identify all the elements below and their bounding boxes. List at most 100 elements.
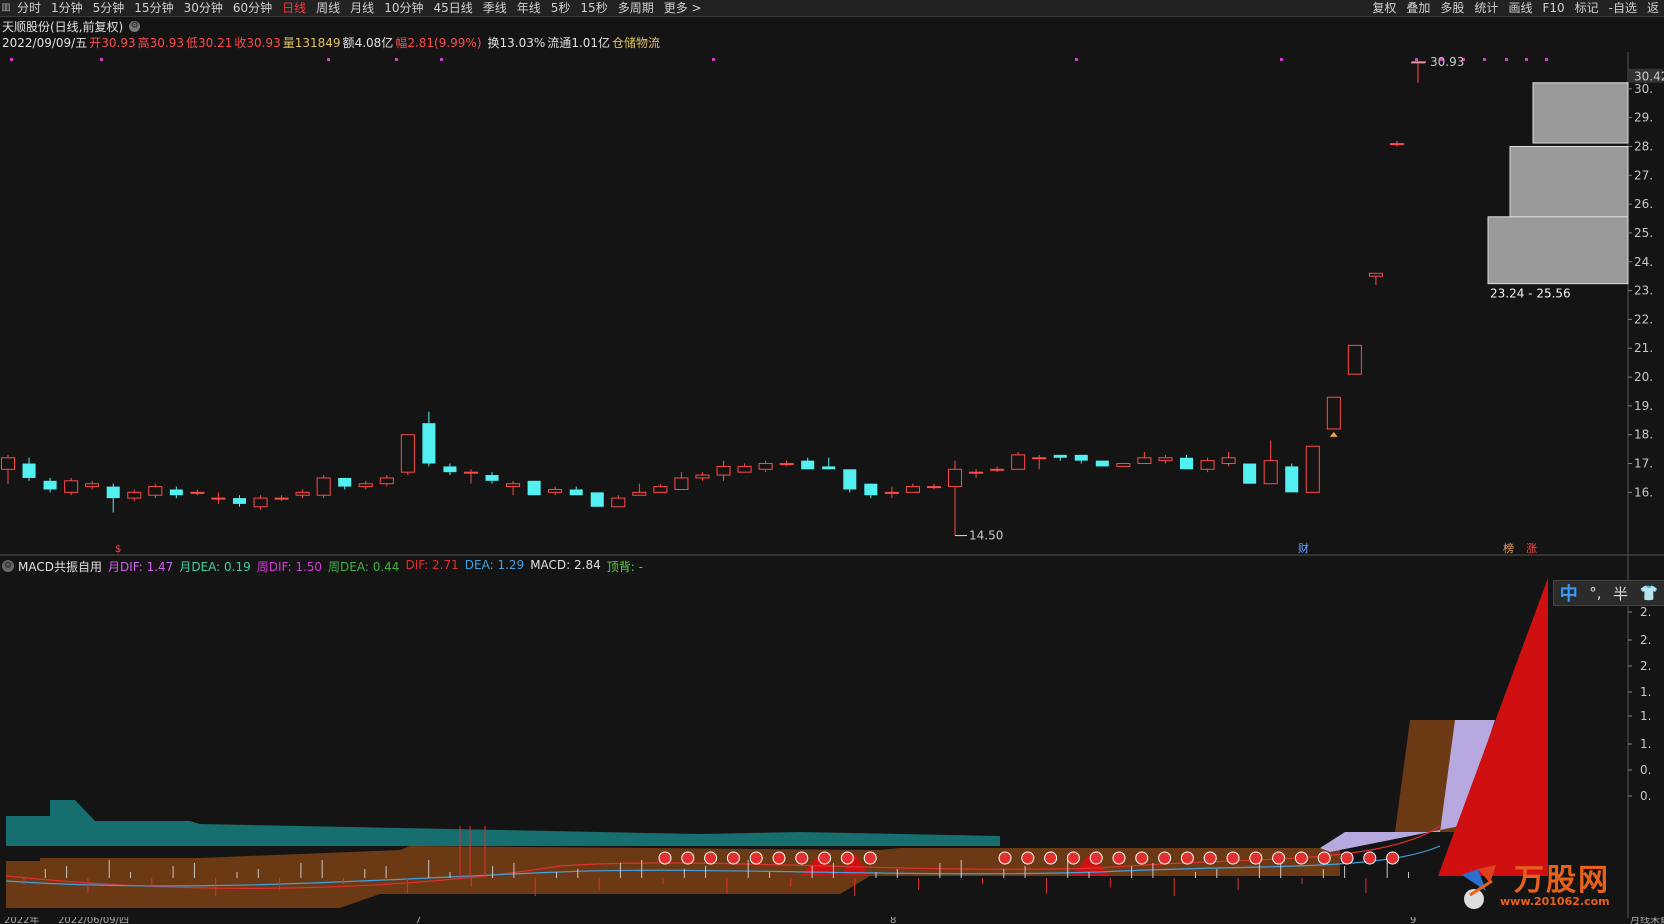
sector-label[interactable]: 仓储物流: [612, 34, 660, 51]
candle-body-11: [232, 498, 247, 504]
candle-body-29: [611, 497, 626, 508]
open-label: 开: [89, 36, 102, 50]
candle-body-59: [1243, 463, 1257, 484]
signal-coin-16: [1135, 851, 1149, 865]
period-tab-12[interactable]: 年线: [512, 0, 546, 16]
candle-26: [548, 486, 563, 496]
period-tab-8[interactable]: 月线: [345, 0, 379, 16]
candle-17: [358, 480, 373, 490]
candle-body-43: [905, 486, 920, 493]
settings-icon[interactable]: ⚙: [129, 21, 141, 32]
period-tab-3[interactable]: 15分钟: [129, 0, 178, 16]
candle-56: [1179, 454, 1194, 470]
candle-body-3: [64, 480, 79, 493]
period-tab-14[interactable]: 15秒: [575, 0, 612, 16]
ind-axis-label-6: 0.: [1640, 763, 1651, 777]
period-tab-16[interactable]: 更多 >: [659, 0, 707, 16]
change-value: 2.81(9.99%): [407, 35, 482, 50]
signal-dot-8: [1415, 58, 1418, 61]
period-tab-13[interactable]: 5秒: [546, 0, 576, 16]
amount-value: 4.08亿: [354, 36, 394, 50]
candle-52: [1095, 460, 1109, 467]
price-axis-label-13: 18.: [1634, 428, 1653, 442]
period-tab-2[interactable]: 5分钟: [88, 0, 130, 16]
candle-62: [1305, 445, 1320, 493]
watermark-url: www.201062.com: [1500, 895, 1610, 908]
candle-65: [1368, 272, 1383, 285]
candle-28: [590, 492, 604, 507]
toolbar-action-8[interactable]: 返: [1642, 0, 1664, 16]
candle-body-25: [527, 480, 541, 496]
candle-body-23: [485, 475, 499, 481]
candle-body-37: [779, 463, 794, 466]
period-tab-5[interactable]: 60分钟: [228, 0, 277, 16]
signal-coin-15: [1112, 851, 1126, 865]
candle-body-47: [990, 468, 1005, 471]
volume-value: 131849: [294, 35, 341, 50]
signal-coin-9: [863, 851, 877, 865]
candle-1: [22, 457, 36, 481]
ime-mode[interactable]: 中: [1560, 580, 1578, 606]
change-label: 幅: [395, 36, 408, 50]
candle-60: [1263, 440, 1278, 485]
watermark: 万股网 www.201062.com: [1452, 855, 1637, 915]
candle-body-55: [1158, 457, 1173, 462]
candle-body-66: [1389, 143, 1404, 146]
candle-body-8: [169, 489, 183, 496]
menu-icon[interactable]: ▥: [0, 0, 12, 16]
candle-body-27: [569, 489, 583, 496]
ohlc-info: 2022/09/09/五 开 30.93 高 30.93 低 30.21 收 30.93…: [2, 34, 662, 51]
period-tab-1[interactable]: 1分钟: [46, 0, 88, 16]
price-chart[interactable]: 28.12 - 30.2125.56 - 28.0023.24 - 25.563…: [0, 52, 1664, 556]
candle-37: [779, 460, 794, 467]
candle-body-6: [127, 491, 142, 499]
candle-body-42: [884, 491, 899, 494]
candle-body-15: [316, 477, 331, 496]
toolbar-action-5[interactable]: F10: [1537, 0, 1569, 16]
toolbar-action-7[interactable]: -自选: [1604, 0, 1642, 16]
period-tab-0[interactable]: 分时: [12, 0, 46, 16]
event-tag-early: $: [115, 544, 121, 555]
price-axis-label-1: 30.: [1634, 82, 1653, 96]
event-tag-1: 榜: [1503, 541, 1514, 555]
ime-status-bar[interactable]: 中 °, 半 👕: [1553, 580, 1664, 606]
toolbar-action-4[interactable]: 画线: [1503, 0, 1537, 16]
candle-53: [1116, 463, 1131, 467]
candle-body-52: [1095, 460, 1109, 467]
candle-57: [1200, 457, 1215, 473]
toolbar-action-3[interactable]: 统计: [1469, 0, 1503, 16]
stock-title[interactable]: 天顺股份(日线,前复权): [2, 18, 123, 35]
candle-9: [190, 489, 205, 496]
candle-44: [926, 483, 941, 490]
close-label: 收: [234, 36, 247, 50]
period-tab-7[interactable]: 周线: [311, 0, 345, 16]
period-tab-15[interactable]: 多周期: [613, 0, 659, 16]
signal-dot-7: [1280, 58, 1283, 61]
toolbar-action-0[interactable]: 复权: [1367, 0, 1401, 16]
candle-22: [463, 469, 479, 484]
candle-67: [1410, 61, 1426, 83]
indicator-chart[interactable]: 2. 2. 2. 1. 1. 1. 0. 0.: [0, 556, 1664, 918]
candle-body-48: [1011, 454, 1026, 470]
signal-dot-1: [100, 58, 103, 61]
signal-coin-22: [1272, 851, 1286, 865]
candle-body-63: [1326, 396, 1341, 430]
candle-body-12: [253, 497, 268, 508]
period-tab-6[interactable]: 日线: [277, 0, 311, 16]
candle-body-17: [358, 483, 373, 488]
date-axis: 2022年 2022/06/09/四 7 8 9 月线未数据: [0, 917, 1664, 924]
candle-body-35: [737, 465, 752, 473]
period-tab-11[interactable]: 季线: [478, 0, 512, 16]
period-tab-9[interactable]: 10分钟: [379, 0, 428, 16]
ime-punct[interactable]: °,: [1589, 584, 1601, 602]
period-tab-4[interactable]: 30分钟: [179, 0, 228, 16]
toolbar-action-1[interactable]: 叠加: [1401, 0, 1435, 16]
ime-skin-icon[interactable]: 👕: [1640, 584, 1659, 602]
candle-27: [569, 486, 583, 496]
ime-width[interactable]: 半: [1613, 583, 1628, 604]
period-tab-10[interactable]: 45日线: [428, 0, 477, 16]
toolbar-action-2[interactable]: 多股: [1435, 0, 1469, 16]
toolbar-action-6[interactable]: 标记: [1570, 0, 1604, 16]
candle-47: [990, 466, 1005, 473]
signal-coin-8: [840, 851, 854, 865]
